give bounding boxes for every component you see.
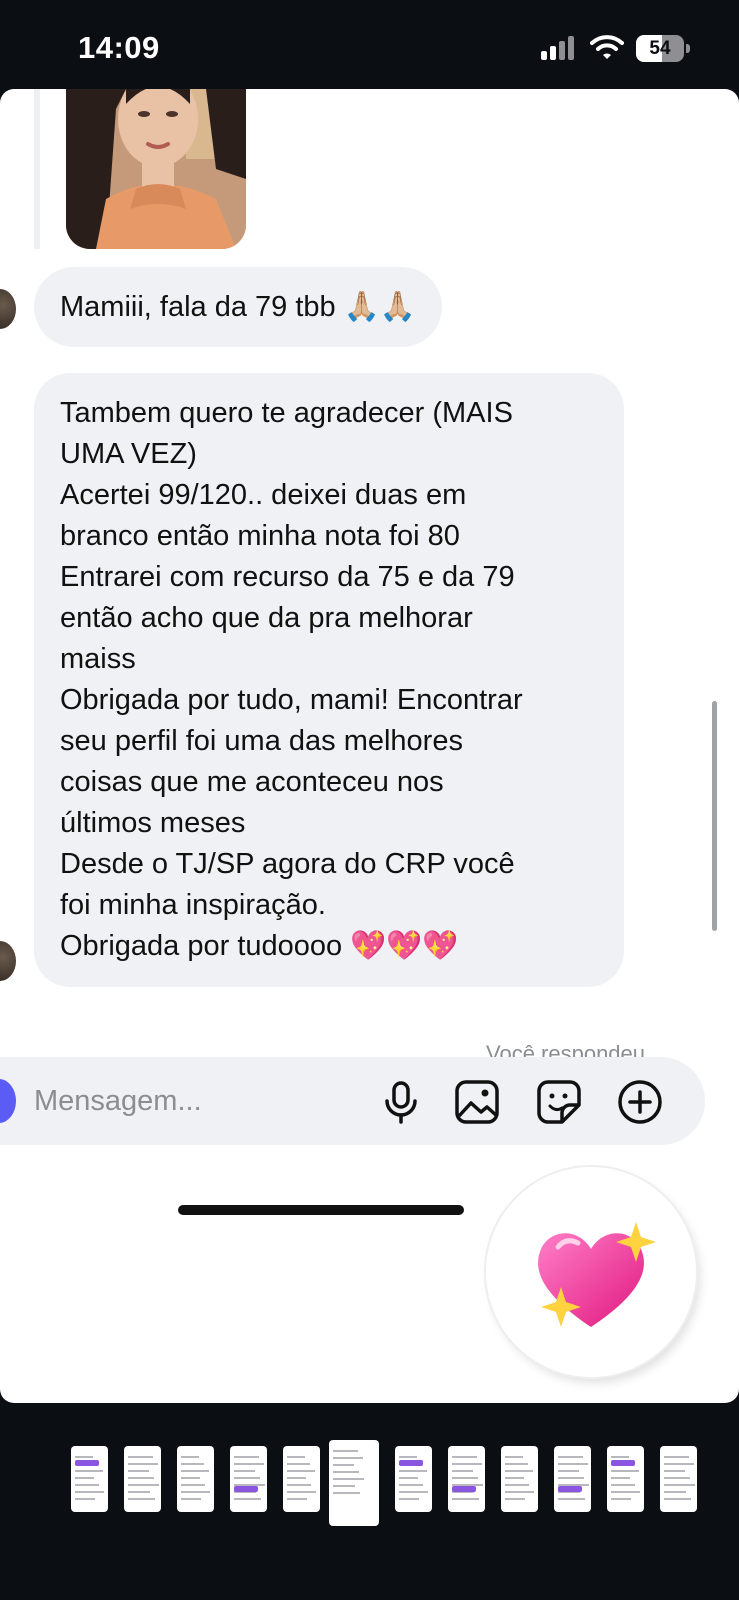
- screen: 14:09 54 Mamiii, fala da 79 tbb 🙏🏼🙏🏼 Tam…: [0, 0, 739, 1600]
- signal-icon: [541, 36, 577, 60]
- scrollbar-thumb[interactable]: [712, 701, 717, 931]
- message-line: Acertei 99/120.. deixei duas em: [60, 479, 467, 511]
- message-line: Desde o TJ/SP agora do CRP você: [60, 848, 515, 880]
- message-line: Tambem quero te agradecer (MAIS: [60, 397, 513, 429]
- home-indicator[interactable]: [178, 1205, 464, 1215]
- message-input[interactable]: [34, 1079, 364, 1123]
- message-composer: [0, 1057, 705, 1145]
- message-line: coisas que me aconteceu nos: [60, 766, 444, 798]
- thumbnail[interactable]: [283, 1446, 320, 1512]
- thumbnail[interactable]: [448, 1446, 485, 1512]
- message-line: então acho que da pra melhorar: [60, 602, 473, 634]
- message-text: Mamiii, fala da 79 tbb 🙏🏼🙏🏼: [60, 291, 416, 323]
- battery-level: 54: [649, 38, 671, 59]
- thumbnail[interactable]: [607, 1446, 644, 1512]
- chat-card: Mamiii, fala da 79 tbb 🙏🏼🙏🏼 Tambem quero…: [0, 89, 739, 1403]
- camera-button[interactable]: [0, 1079, 16, 1123]
- sparkling-heart-sticker[interactable]: [486, 1167, 696, 1377]
- photo-message[interactable]: [66, 89, 246, 249]
- battery-icon: 54: [636, 35, 690, 62]
- reply-indicator-line: [34, 89, 40, 249]
- plus-icon[interactable]: [617, 1079, 663, 1125]
- thumbnail[interactable]: [71, 1446, 108, 1512]
- photo-thumbnail: [66, 89, 246, 249]
- thumbnail[interactable]: [395, 1446, 432, 1512]
- thumbnail[interactable]: [501, 1446, 538, 1512]
- message-line: Obrigada por tudoooo 💖💖💖: [60, 930, 459, 962]
- message-line: Obrigada por tudo, mami! Encontrar: [60, 684, 523, 716]
- thumbnail[interactable]: [329, 1440, 379, 1526]
- sparkling-heart-icon: [538, 1222, 696, 1377]
- message-line: últimos meses: [60, 807, 246, 839]
- message-line: UMA VEZ): [60, 438, 197, 470]
- thumbnail[interactable]: [554, 1446, 591, 1512]
- message-line: foi minha inspiração.: [60, 889, 326, 921]
- sender-avatar[interactable]: [0, 941, 16, 981]
- status-bar: 14:09 54: [0, 0, 739, 88]
- message-bubble[interactable]: Tambem quero te agradecer (MAIS UMA VEZ)…: [34, 373, 624, 987]
- message-line: maiss: [60, 643, 136, 675]
- thumbnail[interactable]: [230, 1446, 267, 1512]
- message-line: Entrarei com recurso da 75 e da 79: [60, 561, 515, 593]
- thumbnail[interactable]: [124, 1446, 161, 1512]
- microphone-icon[interactable]: [378, 1079, 424, 1125]
- message-line: branco então minha nota foi 80: [60, 520, 460, 552]
- image-icon[interactable]: [454, 1079, 500, 1125]
- sticker-icon[interactable]: [536, 1079, 582, 1125]
- wifi-icon: [590, 35, 624, 59]
- status-time: 14:09: [78, 30, 160, 65]
- sender-avatar[interactable]: [0, 289, 16, 329]
- message-line: seu perfil foi uma das melhores: [60, 725, 463, 757]
- thumbnail[interactable]: [177, 1446, 214, 1512]
- message-bubble[interactable]: Mamiii, fala da 79 tbb 🙏🏼🙏🏼: [34, 267, 442, 347]
- thumbnail-strip: [0, 1440, 739, 1530]
- thumbnail[interactable]: [660, 1446, 697, 1512]
